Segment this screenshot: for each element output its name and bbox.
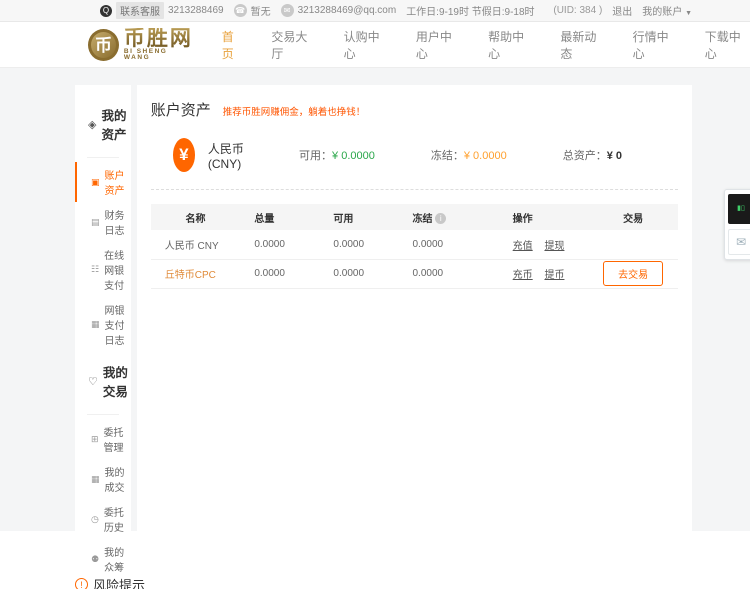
bank-pay-icon: ☷	[91, 264, 99, 275]
asset-trade-cell: 去交易	[588, 259, 678, 288]
sidebar-section-my-assets: ◈ 我的资产	[75, 95, 131, 151]
nav-market-center[interactable]: 行情中心	[633, 28, 678, 62]
divider	[151, 189, 678, 190]
sidebar-item-my-deals[interactable]: ▦ 我的成交	[75, 459, 131, 499]
contact-service-badge[interactable]: 联系客服	[116, 2, 164, 19]
sidebar-item-online-bank-pay[interactable]: ☷ 在线网银支付	[75, 242, 131, 297]
sidebar-item-order-history[interactable]: ◷ 委托历史	[75, 499, 131, 539]
logo-coin-icon: 币	[88, 29, 119, 61]
sidebar-item-bank-pay-log[interactable]: ▦ 网银支付日志	[75, 297, 131, 352]
asset-actions: 充币 提币	[499, 259, 589, 288]
asset-name: 人民币 CNY	[151, 230, 241, 259]
logo-title: 币胜网	[124, 28, 194, 49]
site-logo[interactable]: 币 币胜网 BI SHENG WANG	[88, 28, 194, 62]
page-body: ◈ 我的资产 ▣ 账户资产 ▤ 财务日志 ☷ 在线网银支付 ▦ 网银支付日志 ♡…	[0, 68, 750, 531]
service-hours: 工作日:9-19时 节假日:9-18时	[406, 3, 534, 18]
available-label: 可用：	[299, 150, 332, 162]
main-nav: 首页 交易大厅 认购中心 用户中心 帮助中心 最新动态 行情中心 下载中心	[222, 28, 750, 62]
frozen-value: ¥ 0.0000	[464, 150, 507, 162]
assets-table: 名称 总量 可用 冻结 i 操作 交易 人民币 CNY 0.0000 0.000…	[151, 204, 678, 289]
yen-badge-icon: ¥	[173, 138, 195, 172]
sidebar-item-order-management[interactable]: ⊞ 委托管理	[75, 419, 131, 459]
section-title: 我的资产	[101, 105, 130, 143]
sidebar-item-my-crowdfunding[interactable]: ⚉ 我的众筹	[75, 539, 131, 579]
risk-title: 风险提示	[93, 575, 145, 589]
message-service-icon[interactable]: ✉	[728, 229, 750, 255]
account-assets-panel: 账户资产 推荐币胜网赚佣金，躺着也挣钱！ ¥ 人民币(CNY) 可用：¥ 0.0…	[137, 85, 692, 531]
floating-service-widget[interactable]: ▮▯ ✉	[724, 189, 750, 260]
col-total: 总量	[240, 204, 319, 230]
badge-heart-icon: ♡	[88, 375, 98, 388]
nav-trading-hall[interactable]: 交易大厅	[271, 28, 316, 62]
col-name: 名称	[151, 204, 241, 230]
nav-help-center[interactable]: 帮助中心	[488, 28, 533, 62]
col-trade: 交易	[588, 204, 678, 230]
nav-latest-news[interactable]: 最新动态	[560, 28, 605, 62]
wallet-icon: ▣	[91, 177, 100, 188]
total-value: ¥ 0	[607, 150, 622, 162]
page-title: 账户资产	[151, 99, 211, 120]
sidebar-section-my-trades: ♡ 我的交易	[75, 352, 131, 408]
available-value: ¥ 0.0000	[332, 150, 375, 162]
col-frozen: 冻结 i	[399, 204, 499, 230]
total-label: 总资产：	[563, 150, 607, 162]
promo-text: 推荐币胜网赚佣金，躺着也挣钱！	[223, 104, 366, 118]
logout-link[interactable]: 退出	[612, 3, 632, 18]
table-header-row: 名称 总量 可用 冻结 i 操作 交易	[151, 204, 678, 230]
withdraw-coin-link[interactable]: 提币	[544, 270, 564, 281]
table-row: 丘特币CPC 0.0000 0.0000 0.0000 充币 提币 去交易	[151, 259, 678, 288]
warning-icon: !	[75, 578, 88, 589]
deposit-coin-link[interactable]: 充币	[513, 270, 533, 281]
asset-total: 0.0000	[240, 230, 319, 259]
qq-service-icon[interactable]: ▮▯	[728, 194, 750, 224]
sidebar: ◈ 我的资产 ▣ 账户资产 ▤ 财务日志 ☷ 在线网银支付 ▦ 网银支付日志 ♡…	[75, 85, 131, 589]
mail-icon: ✉	[281, 4, 294, 17]
asset-total: 0.0000	[240, 259, 319, 288]
clock-icon: ◷	[91, 514, 99, 525]
nav-subscription-center[interactable]: 认购中心	[344, 28, 389, 62]
logo-subtitle: BI SHENG WANG	[124, 49, 194, 62]
chevron-down-icon: ▼	[685, 10, 692, 17]
withdraw-link[interactable]: 提现	[544, 241, 564, 252]
my-account-menu[interactable]: 我的账户 ▼	[642, 3, 692, 18]
my-account-label: 我的账户	[642, 7, 682, 18]
go-trade-button[interactable]: 去交易	[603, 261, 663, 286]
phone-value: 暂无	[251, 3, 271, 18]
qq-icon: Q	[100, 5, 112, 17]
col-actions: 操作	[499, 204, 589, 230]
section-title: 我的交易	[103, 362, 131, 400]
crowd-icon: ⚉	[91, 554, 99, 565]
info-icon[interactable]: i	[435, 213, 446, 224]
topbar: Q 联系客服 3213288469 ☎ 暂无 ✉ 3213288469@qq.c…	[0, 0, 750, 22]
qq-number: 3213288469	[168, 5, 224, 16]
service-email: 3213288469@qq.com	[298, 5, 397, 16]
asset-trade-cell	[588, 230, 678, 259]
phone-icon: ☎	[234, 4, 247, 17]
order-icon: ⊞	[91, 434, 99, 445]
ledger-icon: ▤	[91, 217, 100, 228]
deals-icon: ▦	[91, 474, 100, 485]
deposit-link[interactable]: 充值	[513, 241, 533, 252]
asset-frozen: 0.0000	[399, 259, 499, 288]
asset-name: 丘特币CPC	[151, 259, 241, 288]
nav-user-center[interactable]: 用户中心	[416, 28, 461, 62]
log-icon: ▦	[91, 319, 100, 330]
sidebar-item-finance-log[interactable]: ▤ 财务日志	[75, 202, 131, 242]
asset-available: 0.0000	[319, 230, 398, 259]
site-header: 币 币胜网 BI SHENG WANG 首页 交易大厅 认购中心 用户中心 帮助…	[0, 22, 750, 68]
asset-actions: 充值 提现	[499, 230, 589, 259]
coin-link[interactable]: 丘特币CPC	[165, 270, 216, 281]
frozen-label: 冻结：	[431, 150, 464, 162]
coins-icon: ◈	[88, 118, 96, 131]
asset-frozen: 0.0000	[399, 230, 499, 259]
nav-download-center[interactable]: 下载中心	[705, 28, 750, 62]
asset-summary: ¥ 人民币(CNY) 可用：¥ 0.0000 冻结：¥ 0.0000 总资产：¥…	[173, 138, 678, 172]
asset-available: 0.0000	[319, 259, 398, 288]
col-available: 可用	[319, 204, 398, 230]
sidebar-item-account-assets[interactable]: ▣ 账户资产	[75, 162, 131, 202]
uid-label: (UID: 384 )	[553, 5, 602, 16]
nav-home[interactable]: 首页	[222, 28, 245, 62]
currency-name: 人民币(CNY)	[208, 140, 253, 171]
table-row: 人民币 CNY 0.0000 0.0000 0.0000 充值 提现	[151, 230, 678, 259]
